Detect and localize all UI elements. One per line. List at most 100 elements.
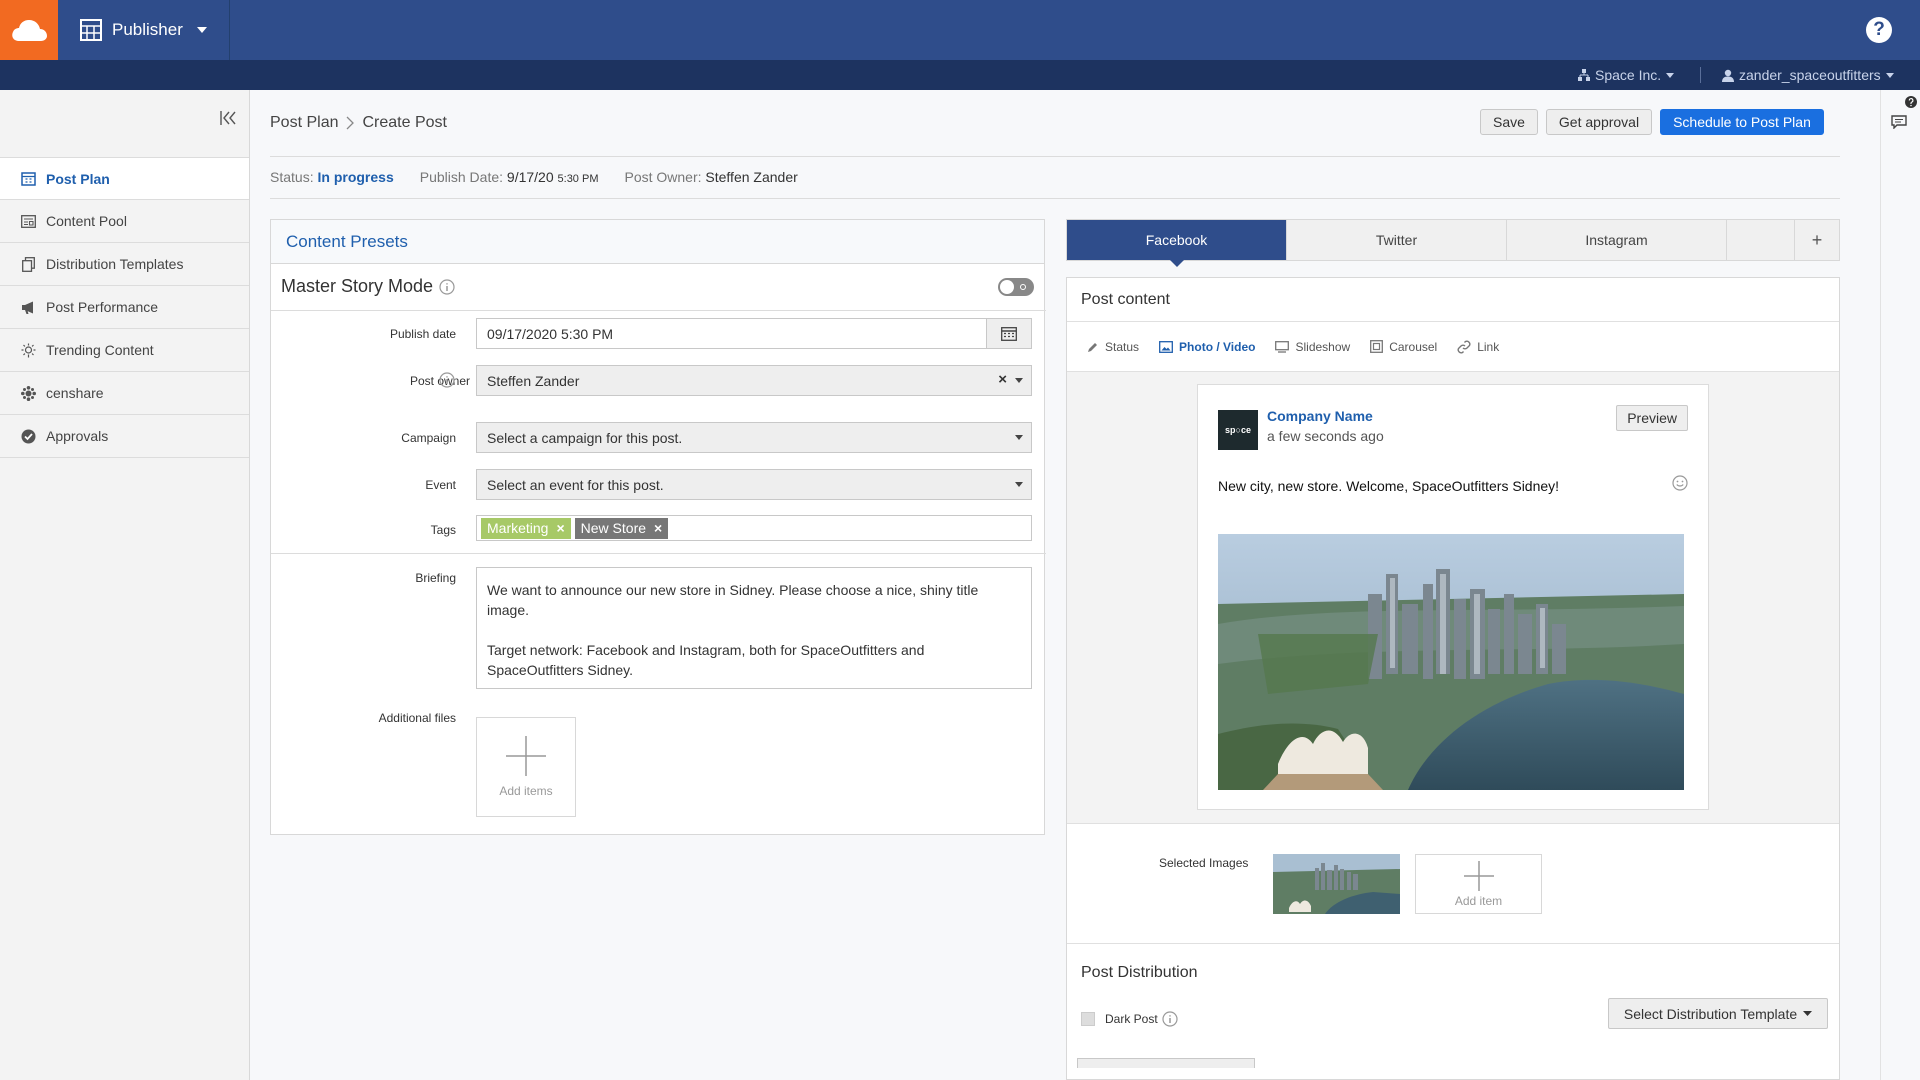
add-items-button[interactable]: Add items [476,717,576,817]
megaphone-icon [20,299,36,315]
event-select[interactable]: Select an event for this post. [476,469,1032,500]
image-icon [1159,340,1173,353]
post-owner-info: Post Owner: Steffen Zander [624,169,797,185]
facebook-post-preview: sp○ce Company Name a few seconds ago Pre… [1197,384,1709,810]
user-menu[interactable]: zander_spaceoutfitters [1722,60,1894,90]
post-distribution-title: Post Distribution [1081,964,1198,981]
campaign-label: Campaign [401,431,456,445]
sidebar-item-post-performance[interactable]: Post Performance [0,286,249,329]
carousel-icon [1370,340,1384,353]
preview-button[interactable]: Preview [1616,405,1688,431]
remove-tag-icon[interactable]: × [556,520,564,536]
save-button[interactable]: Save [1480,109,1538,135]
event-placeholder: Select an event for this post. [487,476,664,493]
get-approval-button[interactable]: Get approval [1545,109,1653,135]
post-text[interactable]: New city, new store. Welcome, SpaceOutfi… [1218,478,1559,494]
avatar: sp○ce [1218,410,1258,450]
sidebar-item-distribution-templates[interactable]: Distribution Templates [0,243,249,286]
content-pool-icon [20,213,36,229]
org-selector[interactable]: Space Inc. [1578,60,1675,90]
copy-icon [20,256,36,272]
bulb-icon [20,342,36,358]
tab-instagram[interactable]: Instagram [1507,220,1727,260]
divider [271,553,1046,554]
help-icon[interactable]: ? [1866,17,1892,43]
tab-twitter[interactable]: Twitter [1287,220,1507,260]
calendar-picker-button[interactable] [986,319,1031,348]
master-story-toggle[interactable] [998,278,1034,296]
info-icon[interactable] [439,372,455,388]
chat-icon[interactable] [1891,115,1907,129]
chevron-down-icon [1015,482,1023,487]
sidebar-item-content-pool[interactable]: Content Pool [0,200,249,243]
breadcrumb-post-plan[interactable]: Post Plan [270,114,338,132]
publish-date-value: 09/17/2020 5:30 PM [487,325,614,342]
add-item-button[interactable]: Add item [1415,854,1542,914]
add-tab-button[interactable]: + [1795,220,1839,260]
dark-post-label: Dark Post [1105,1012,1158,1026]
type-status[interactable]: Status [1087,340,1139,354]
header-actions: Save Get approval Schedule to Post Plan [1480,109,1824,135]
tab-facebook[interactable]: Facebook [1067,220,1287,267]
selected-image-thumbnail[interactable] [1273,854,1400,914]
sidebar-item-approvals[interactable]: Approvals [0,415,249,458]
publish-date-info: Publish Date: 9/17/20 5:30 PM [420,169,599,185]
sidebar-item-censhare[interactable]: censhare [0,372,249,415]
tag-chip: New Store × [574,517,669,539]
post-content-title: Post content [1067,278,1839,322]
publish-date-input[interactable]: 09/17/2020 5:30 PM [476,318,1032,349]
org-chart-icon [1578,69,1590,81]
sidebar-item-label: Post Plan [46,170,110,187]
sidebar-item-label: Distribution Templates [46,256,184,272]
partial-field [1077,1058,1255,1068]
collapse-sidebar-icon[interactable] [219,110,237,126]
post-content-card: Post content Status Photo / Video Slides… [1066,277,1840,1080]
right-utility-bar [1880,90,1920,1080]
info-icon[interactable] [1162,1011,1178,1027]
remove-tag-icon[interactable]: × [654,520,662,536]
tag-label: New Store [580,520,647,536]
tags-input[interactable]: Marketing × New Store × [476,515,1032,541]
plus-icon [1463,860,1494,891]
post-owner-select[interactable]: Steffen Zander × [476,365,1032,396]
breadcrumb: Post Plan Create Post [270,114,447,132]
post-image [1218,534,1684,790]
dark-post-checkbox[interactable] [1081,1012,1095,1026]
add-items-label: Add items [499,784,553,798]
plus-icon [506,736,546,776]
status-bar: Status: In progress Publish Date: 9/17/2… [270,169,798,185]
check-circle-icon [20,428,36,444]
type-carousel[interactable]: Carousel [1370,340,1437,354]
top-bar: Publisher ? [0,0,1920,60]
publish-date-label: Publish date [389,327,456,341]
schedule-button[interactable]: Schedule to Post Plan [1660,109,1824,135]
divider [270,156,1840,157]
type-label: Photo / Video [1179,339,1256,354]
app-switcher[interactable]: Publisher [58,0,230,60]
censhare-icon [20,385,36,401]
sidebar: Post Plan Content Pool Distribution Temp… [0,90,250,1080]
master-story-mode: Master Story Mode [281,276,455,297]
type-slideshow[interactable]: Slideshow [1275,340,1350,354]
slideshow-icon [1275,340,1290,353]
type-label: Status [1105,339,1140,354]
calendar-icon [20,171,36,187]
chevron-down-icon [196,27,207,33]
help-badge-icon[interactable] [1905,96,1917,108]
clear-icon[interactable]: × [998,371,1007,388]
publish-date-value: 9/17/20 [506,169,554,185]
sidebar-item-post-plan[interactable]: Post Plan [0,157,249,200]
chevron-down-icon [1666,72,1675,78]
cloud-logo-icon[interactable] [0,0,58,60]
post-owner-value: Steffen Zander [487,372,580,389]
emoji-icon[interactable] [1672,475,1688,491]
sidebar-item-trending-content[interactable]: Trending Content [0,329,249,372]
info-icon[interactable] [439,278,455,295]
status-label: Status: [270,169,314,185]
distribution-template-select[interactable]: Select Distribution Template [1608,998,1828,1029]
briefing-textarea[interactable]: We want to announce our new store in Sid… [476,567,1032,689]
company-name[interactable]: Company Name [1267,408,1373,424]
type-photo-video[interactable]: Photo / Video [1159,340,1255,354]
type-link[interactable]: Link [1457,340,1499,354]
campaign-select[interactable]: Select a campaign for this post. [476,422,1032,453]
